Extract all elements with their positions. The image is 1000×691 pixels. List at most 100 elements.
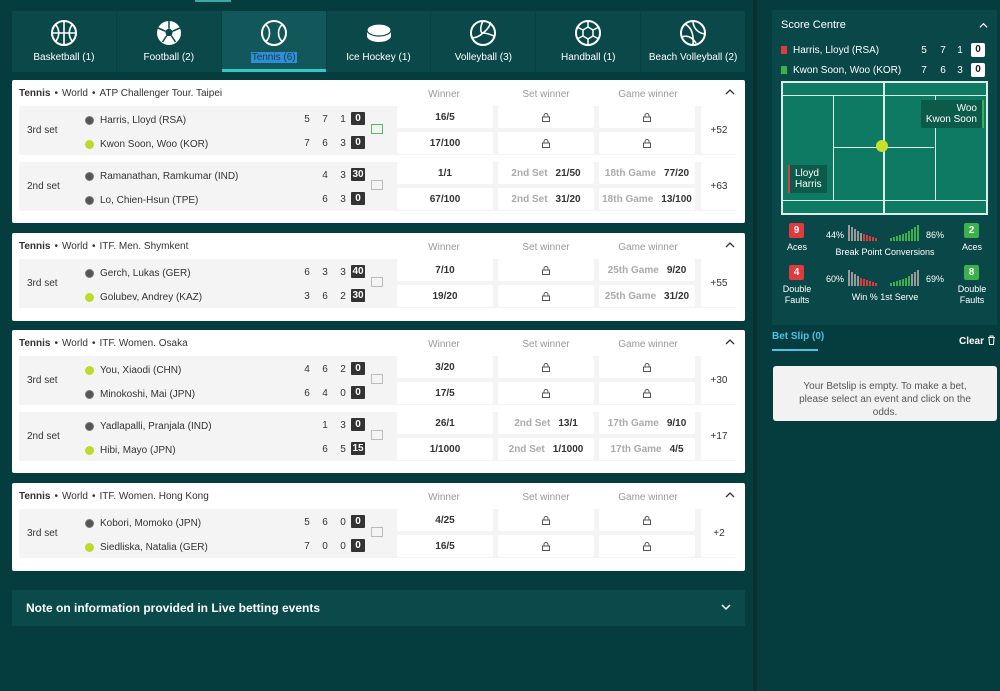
chevron-up-icon[interactable] [725, 490, 735, 500]
player-name: Siedliska, Natalia (GER) [100, 541, 208, 553]
more-markets-button[interactable]: +63 [701, 162, 737, 210]
clear-button[interactable]: Clear [959, 336, 984, 347]
current-set: 3rd set [27, 375, 58, 386]
chevron-up-icon[interactable] [979, 21, 988, 30]
col-set-winner: Set winner [522, 89, 570, 100]
odds-button[interactable]: 3/20 [397, 356, 493, 378]
ball-position-icon [876, 140, 888, 152]
sport-tabs: Basketball (1) Football (2) Tennis (6) I… [12, 11, 746, 72]
game-points: 0 [351, 515, 365, 528]
aces-p1: 9 [789, 223, 804, 238]
game-odds-button[interactable]: 18th Game 77/20 [599, 162, 695, 184]
player-name: Harris, Lloyd (RSA) [793, 44, 880, 56]
current-set: 3rd set [27, 528, 58, 539]
more-markets-button[interactable]: +55 [701, 259, 737, 307]
hockey-puck-icon [365, 23, 392, 42]
player-name: Ramanathan, Ramkumar (IND) [100, 170, 239, 182]
odds-value: 13/1 [558, 417, 578, 429]
set-odds-button[interactable]: 2nd Set 21/50 [498, 162, 594, 184]
odds-market-label: 25th Game [607, 264, 659, 276]
game-odds-button[interactable]: 18th Game 13/100 [599, 188, 695, 210]
double-faults-p1: 4 [789, 265, 804, 280]
col-set-winner: Set winner [522, 242, 570, 253]
game-odds-button[interactable]: 25th Game 31/20 [599, 285, 695, 307]
set-score: 3 [340, 194, 346, 205]
col-set-winner: Set winner [522, 492, 570, 503]
lock-icon [643, 112, 651, 122]
set-score: 5 [340, 444, 346, 455]
set-odds-button[interactable]: 2nd Set 1/1000 [498, 438, 594, 460]
set-odds-button[interactable]: 2nd Set 31/20 [498, 188, 594, 210]
more-markets-button[interactable]: +52 [701, 106, 737, 154]
locked-odds [498, 509, 594, 531]
chevron-up-icon[interactable] [725, 240, 735, 250]
more-markets-button[interactable]: +2 [701, 509, 737, 557]
odds-button[interactable]: 67/100 [397, 188, 493, 210]
odds-button[interactable]: 19/20 [397, 285, 493, 307]
odds-button[interactable]: 17/100 [397, 132, 493, 154]
odds-market-label: 18th Game [604, 167, 657, 179]
game-points: 0 [971, 63, 985, 77]
odds-button[interactable]: 16/5 [397, 106, 493, 128]
ws-p2: 69% [926, 274, 945, 284]
odds-button[interactable]: 1/1 [397, 162, 493, 184]
chevron-up-icon[interactable] [725, 87, 735, 97]
region-name: World [62, 337, 88, 349]
tab-football[interactable]: Football (2) [116, 11, 222, 72]
col-game-winner: Game winner [618, 89, 678, 100]
tab-ice-hockey[interactable]: Ice Hockey (1) [326, 11, 432, 72]
live-betting-note[interactable]: Note on information provided in Live bet… [12, 590, 745, 626]
locked-odds [498, 132, 594, 154]
tab-tennis[interactable]: Tennis (6) [221, 11, 327, 72]
tab-volleyball[interactable]: Volleyball (3) [431, 11, 537, 72]
player-name: Golubev, Andrey (KAZ) [100, 291, 203, 303]
trash-icon[interactable] [987, 335, 996, 345]
odds-market-label: 18th Game [602, 193, 654, 205]
odds-button[interactable]: 16/5 [397, 535, 493, 557]
set-score: 3 [340, 138, 346, 149]
odds-market-label: 17th Game [607, 417, 659, 429]
player-name: Kwon Soon, Woo (KOR) [793, 64, 902, 76]
odds-value: 77/20 [664, 167, 690, 179]
odds-button[interactable]: 7/10 [397, 259, 493, 281]
game-odds-button[interactable]: 17th Game 9/10 [599, 412, 695, 434]
handball-icon [575, 20, 602, 46]
court-icon [371, 277, 383, 287]
odds-market-label: 2nd Set [508, 443, 545, 455]
sport-name: Tennis [19, 490, 51, 502]
game-odds-button[interactable]: 25th Game 9/20 [599, 259, 695, 281]
col-game-winner: Game winner [618, 242, 678, 253]
court-icon [371, 430, 383, 440]
scrollbar[interactable] [753, 0, 757, 691]
odds-button[interactable]: 17/5 [397, 382, 493, 404]
lock-icon [542, 362, 550, 372]
lock-icon [542, 138, 550, 148]
tab-bet-slip[interactable]: Bet Slip (0) [772, 331, 824, 342]
locked-odds [498, 259, 594, 281]
odds-button[interactable]: 26/1 [397, 412, 493, 434]
team-color-marker [781, 46, 787, 54]
odds-button[interactable]: 1/1000 [397, 438, 493, 460]
tab-beach-volleyball[interactable]: Beach Volleyball (2) [641, 11, 746, 72]
more-markets-button[interactable]: +17 [701, 412, 737, 460]
set-score: 1 [322, 420, 328, 431]
top-indicator [195, 0, 231, 2]
more-markets-button[interactable]: +30 [701, 356, 737, 404]
set-score: 5 [921, 45, 927, 56]
tab-handball[interactable]: Handball (1) [536, 11, 642, 72]
set-score: 0 [322, 541, 328, 552]
odds-button[interactable]: 4/25 [397, 509, 493, 531]
set-score: 6 [322, 291, 328, 302]
team-color-marker [781, 66, 787, 74]
region-name: World [62, 240, 88, 252]
game-odds-button[interactable]: 17th Game 4/5 [599, 438, 695, 460]
locked-odds [599, 132, 695, 154]
tab-basketball[interactable]: Basketball (1) [12, 11, 117, 72]
serve-ball-icon [85, 195, 94, 205]
double-faults-label: Double Faults [782, 284, 812, 305]
chevron-up-icon[interactable] [725, 337, 735, 347]
bp-label: Break Point Conversions [835, 247, 935, 257]
set-odds-button[interactable]: 2nd Set 13/1 [498, 412, 594, 434]
ws-p1: 60% [826, 274, 845, 284]
player-name: Gerch, Lukas (GER) [100, 267, 191, 279]
